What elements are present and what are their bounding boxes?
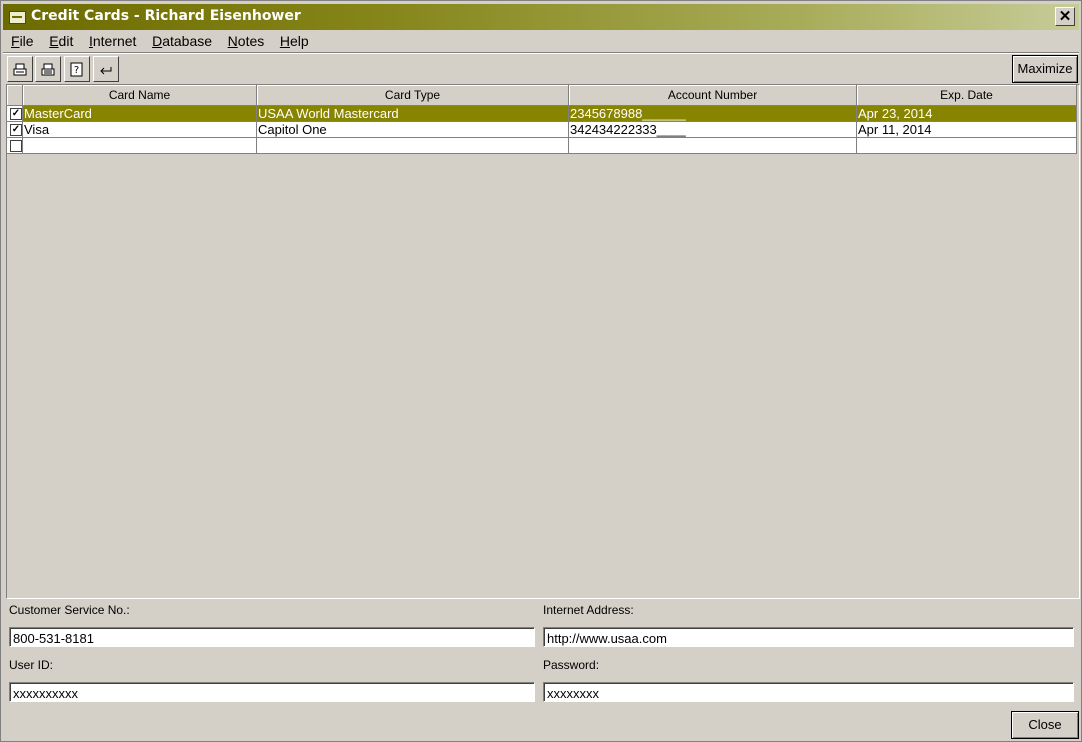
cell-exp-date[interactable]: Apr 11, 2014	[857, 122, 1077, 138]
column-header-account-number[interactable]: Account Number	[569, 85, 857, 106]
cell-card-type[interactable]: USAA World Mastercard	[257, 106, 569, 122]
menu-internet[interactable]: Internet	[83, 31, 142, 49]
title-bar[interactable]: Credit Cards - Richard Eisenhower ✕	[3, 4, 1079, 30]
print-button[interactable]	[7, 56, 33, 82]
internet-address-label: Internet Address:	[543, 603, 634, 617]
internet-address-field[interactable]: http://www.usaa.com	[543, 627, 1074, 647]
close-button[interactable]: Close	[1011, 711, 1079, 739]
help-icon: ?	[70, 62, 83, 77]
menu-help[interactable]: Help	[274, 31, 315, 49]
cell-card-type[interactable]	[257, 138, 569, 154]
help-button[interactable]: ?	[64, 56, 90, 82]
back-arrow-icon	[100, 66, 112, 74]
column-header-card-type[interactable]: Card Type	[257, 85, 569, 106]
user-id-field[interactable]: xxxxxxxxxx	[9, 682, 535, 702]
toolbar-divider	[3, 52, 1079, 54]
close-window-button[interactable]: ✕	[1055, 7, 1075, 26]
cell-card-type[interactable]: Capitol One	[257, 122, 569, 138]
print-preview-button[interactable]	[35, 56, 61, 82]
window-title: Credit Cards - Richard Eisenhower	[31, 8, 301, 24]
cell-account-number[interactable]: 342434222333____	[569, 122, 857, 138]
menu-bar: File Edit Internet Database Notes Help	[5, 31, 315, 51]
user-id-label: User ID:	[9, 658, 54, 672]
cell-card-name[interactable]: MasterCard	[23, 106, 257, 122]
maximize-button[interactable]: Maximize	[1012, 55, 1078, 83]
cell-exp-date[interactable]	[857, 138, 1077, 154]
row-checkbox-cell[interactable]: ✓	[7, 106, 23, 122]
cell-account-number[interactable]	[569, 138, 857, 154]
menu-edit[interactable]: Edit	[43, 31, 79, 49]
column-header-exp-date[interactable]: Exp. Date	[857, 85, 1077, 106]
row-checkbox-cell[interactable]: ✓	[7, 122, 23, 138]
back-button[interactable]	[93, 56, 119, 82]
menu-notes[interactable]: Notes	[222, 31, 271, 49]
credit-cards-window: Credit Cards - Richard Eisenhower ✕ File…	[0, 0, 1082, 742]
cell-card-name[interactable]	[23, 138, 257, 154]
print-preview-icon	[41, 63, 55, 76]
customer-service-label: Customer Service No.:	[9, 603, 130, 617]
password-field[interactable]: xxxxxxxx	[543, 682, 1074, 702]
svg-text:?: ?	[74, 65, 79, 76]
credit-card-grid[interactable]: Card Name Card Type Account Number Exp. …	[6, 84, 1080, 599]
column-header-card-name[interactable]: Card Name	[23, 85, 257, 106]
cell-card-name[interactable]: Visa	[23, 122, 257, 138]
row-checkbox[interactable]: ✓	[10, 108, 22, 120]
cell-exp-date[interactable]: Apr 23, 2014	[857, 106, 1077, 122]
app-icon	[9, 11, 26, 24]
cell-account-number[interactable]: 2345678988______	[569, 106, 857, 122]
row-header-corner	[7, 85, 23, 106]
customer-service-field[interactable]: 800-531-8181	[9, 627, 535, 647]
password-label: Password:	[543, 658, 600, 672]
row-checkbox[interactable]: ✓	[10, 124, 22, 136]
print-icon	[13, 63, 27, 76]
row-checkbox-cell[interactable]	[7, 138, 23, 154]
menu-file[interactable]: File	[5, 31, 40, 49]
menu-database[interactable]: Database	[146, 31, 218, 49]
row-checkbox[interactable]	[10, 140, 22, 152]
